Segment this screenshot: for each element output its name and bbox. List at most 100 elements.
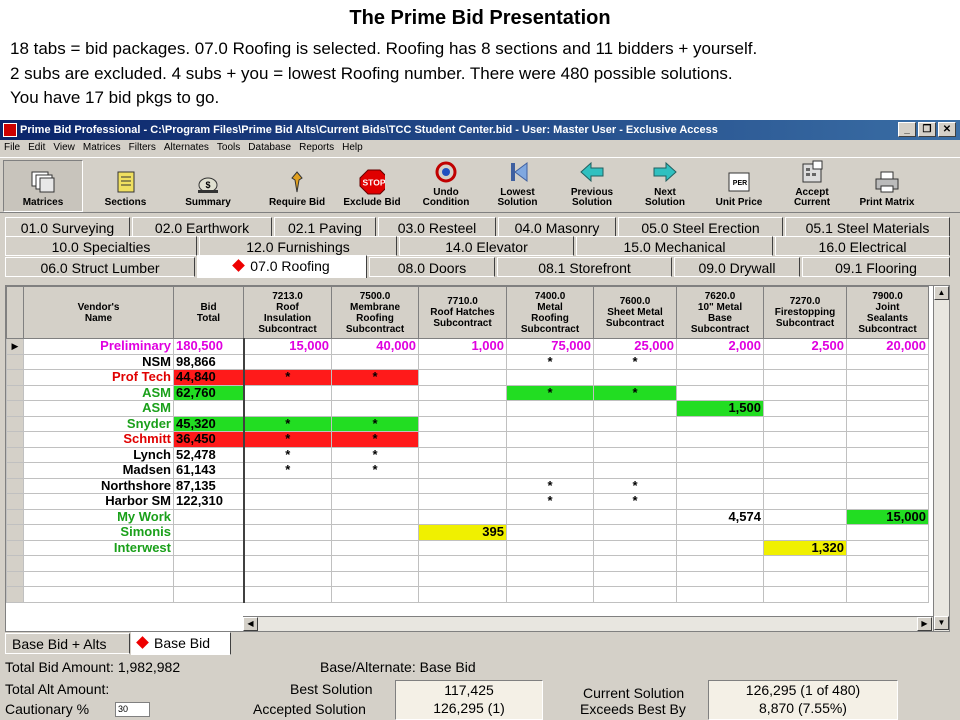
minimize-button[interactable]: _	[898, 122, 916, 137]
section-header[interactable]: 7213.0 Roof Insulation Subcontract	[243, 286, 332, 339]
bid-cell[interactable]	[676, 570, 764, 587]
vendor-name-cell[interactable]	[23, 586, 174, 603]
bid-cell[interactable]	[243, 524, 332, 541]
bid-cell[interactable]	[506, 555, 594, 572]
row-selector[interactable]	[6, 462, 24, 479]
tab-roofing[interactable]: 07.0 Roofing	[197, 255, 367, 278]
bid-cell[interactable]: 25,000	[593, 338, 677, 355]
accept-current-button[interactable]: Accept Current	[778, 160, 846, 212]
bid-cell[interactable]	[593, 415, 677, 432]
menu-alternates[interactable]: Alternates	[160, 140, 213, 156]
bid-cell[interactable]	[331, 400, 419, 417]
tab-struct-lumber[interactable]: 06.0 Struct Lumber	[5, 257, 195, 277]
bid-cell[interactable]	[593, 555, 677, 572]
section-header[interactable]: 7600.0 Sheet Metal Subcontract	[593, 286, 677, 339]
bid-cell[interactable]	[243, 586, 332, 603]
row-selector[interactable]	[6, 400, 24, 417]
bid-cell[interactable]	[506, 446, 594, 463]
bid-cell[interactable]: *	[593, 477, 677, 494]
bid-cell[interactable]	[676, 477, 764, 494]
bid-cell[interactable]	[846, 369, 929, 386]
bid-cell[interactable]	[846, 353, 929, 370]
menu-view[interactable]: View	[49, 140, 79, 156]
bid-cell[interactable]	[593, 446, 677, 463]
previous-solution-button[interactable]: Previous Solution	[557, 160, 627, 212]
section-header[interactable]: 7710.0 Roof Hatches Subcontract	[418, 286, 507, 339]
bid-cell[interactable]	[846, 462, 929, 479]
tab-base-bid-alts[interactable]: Base Bid + Alts	[5, 633, 130, 654]
table-row[interactable]: Interwest 1,320	[6, 539, 929, 556]
vendor-name-cell[interactable]: Snyder	[23, 415, 174, 432]
matrices-button[interactable]: Matrices	[3, 160, 83, 212]
bid-cell[interactable]	[763, 415, 847, 432]
bid-cell[interactable]	[763, 353, 847, 370]
unit-price-button[interactable]: PER Unit Price	[704, 160, 774, 212]
bid-cell[interactable]	[763, 446, 847, 463]
vendor-name-cell[interactable]: NSM	[23, 353, 174, 370]
bid-cell[interactable]	[846, 493, 929, 510]
window-titlebar[interactable]: Prime Bid Professional - C:\Program File…	[0, 120, 960, 140]
bid-cell[interactable]	[846, 446, 929, 463]
bid-cell[interactable]	[243, 493, 332, 510]
bid-cell[interactable]	[593, 431, 677, 448]
bid-cell[interactable]: *	[593, 493, 677, 510]
menu-tools[interactable]: Tools	[213, 140, 244, 156]
bid-total-cell[interactable]: 44,840	[173, 369, 245, 386]
lowest-solution-button[interactable]: Lowest Solution	[485, 160, 550, 212]
bid-cell[interactable]	[418, 400, 507, 417]
bid-cell[interactable]: *	[506, 353, 594, 370]
bid-cell[interactable]	[763, 477, 847, 494]
bid-cell[interactable]	[593, 524, 677, 541]
row-selector[interactable]	[6, 586, 24, 603]
bid-cell[interactable]	[331, 570, 419, 587]
bid-cell[interactable]	[763, 493, 847, 510]
bid-cell[interactable]	[243, 508, 332, 525]
tab-paving[interactable]: 02.1 Paving	[274, 217, 376, 237]
tab-furnishings[interactable]: 12.0 Furnishings	[199, 236, 397, 256]
row-selector[interactable]	[6, 508, 24, 525]
bid-cell[interactable]	[763, 586, 847, 603]
vendor-name-cell[interactable]: Preliminary	[23, 338, 174, 355]
section-header[interactable]: 7270.0 Firestopping Subcontract	[763, 286, 847, 339]
bid-total-cell[interactable]	[173, 586, 245, 603]
bid-cell[interactable]: 40,000	[331, 338, 419, 355]
table-row[interactable]: Northshore 87,135 * *	[6, 477, 929, 494]
bid-cell[interactable]	[418, 446, 507, 463]
bid-cell[interactable]	[846, 524, 929, 541]
table-row[interactable]: Prof Tech 44,840 * *	[6, 369, 929, 386]
bid-cell[interactable]: *	[331, 369, 419, 386]
vertical-scrollbar[interactable]: ▲ ▼	[933, 286, 949, 631]
row-selector[interactable]	[6, 493, 24, 510]
bid-cell[interactable]	[418, 415, 507, 432]
close-button[interactable]: ✕	[938, 122, 956, 137]
menu-file[interactable]: File	[0, 140, 24, 156]
bid-cell[interactable]	[331, 555, 419, 572]
bid-cell[interactable]	[763, 431, 847, 448]
vendor-name-cell[interactable]: ASM	[23, 400, 174, 417]
section-header[interactable]: 7900.0 Joint Sealants Subcontract	[846, 286, 929, 339]
tab-surveying[interactable]: 01.0 Surveying	[5, 217, 130, 237]
bid-total-cell[interactable]: 122,310	[173, 493, 245, 510]
bid-cell[interactable]	[506, 570, 594, 587]
bid-cell[interactable]	[506, 431, 594, 448]
bid-cell[interactable]	[676, 369, 764, 386]
bid-total-cell[interactable]	[173, 524, 245, 541]
bid-cell[interactable]	[676, 524, 764, 541]
bid-cell[interactable]	[331, 477, 419, 494]
bid-cell[interactable]: *	[243, 431, 332, 448]
bid-cell[interactable]	[243, 353, 332, 370]
bid-cell[interactable]	[593, 462, 677, 479]
bid-cell[interactable]	[331, 493, 419, 510]
row-selector[interactable]	[6, 555, 24, 572]
bid-cell[interactable]	[331, 539, 419, 556]
table-row[interactable]: Madsen 61,143 * *	[6, 462, 929, 479]
table-row[interactable]: My Work 4,574 15,000	[6, 508, 929, 525]
bid-cell[interactable]	[243, 400, 332, 417]
vendor-name-cell[interactable]: Prof Tech	[23, 369, 174, 386]
table-row[interactable]: ASM 62,760 * *	[6, 384, 929, 401]
scroll-right-icon[interactable]: ▶	[917, 617, 932, 631]
bid-cell[interactable]	[676, 586, 764, 603]
bid-cell[interactable]: *	[243, 446, 332, 463]
bid-cell[interactable]	[418, 384, 507, 401]
table-row[interactable]: ▶ Preliminary 180,500 15,000 40,000 1,000 75,0…	[6, 338, 929, 355]
